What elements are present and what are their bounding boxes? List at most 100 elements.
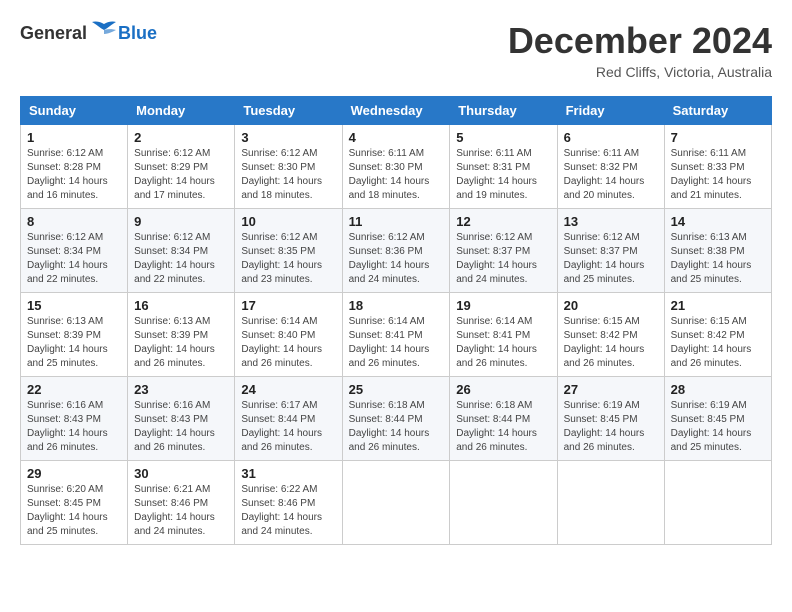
calendar-cell [664, 461, 771, 545]
calendar-cell [557, 461, 664, 545]
day-info: Sunrise: 6:11 AM Sunset: 8:33 PM Dayligh… [671, 147, 765, 203]
calendar-cell: 2 Sunrise: 6:12 AM Sunset: 8:29 PM Dayli… [128, 125, 235, 209]
logo-text-general: General [20, 23, 87, 44]
day-info: Sunrise: 6:12 AM Sunset: 8:36 PM Dayligh… [349, 231, 444, 287]
calendar-cell: 13 Sunrise: 6:12 AM Sunset: 8:37 PM Dayl… [557, 209, 664, 293]
calendar-cell: 23 Sunrise: 6:16 AM Sunset: 8:43 PM Dayl… [128, 377, 235, 461]
day-number: 19 [456, 298, 550, 313]
day-number: 27 [564, 382, 658, 397]
day-number: 16 [134, 298, 228, 313]
day-info: Sunrise: 6:12 AM Sunset: 8:37 PM Dayligh… [564, 231, 658, 287]
day-info: Sunrise: 6:12 AM Sunset: 8:35 PM Dayligh… [241, 231, 335, 287]
day-info: Sunrise: 6:14 AM Sunset: 8:40 PM Dayligh… [241, 315, 335, 371]
day-number: 12 [456, 214, 550, 229]
calendar-cell: 20 Sunrise: 6:15 AM Sunset: 8:42 PM Dayl… [557, 293, 664, 377]
title-section: December 2024 Red Cliffs, Victoria, Aust… [508, 20, 772, 80]
day-number: 25 [349, 382, 444, 397]
calendar-cell: 21 Sunrise: 6:15 AM Sunset: 8:42 PM Dayl… [664, 293, 771, 377]
day-number: 6 [564, 130, 658, 145]
calendar-cell: 15 Sunrise: 6:13 AM Sunset: 8:39 PM Dayl… [21, 293, 128, 377]
day-number: 26 [456, 382, 550, 397]
day-number: 18 [349, 298, 444, 313]
day-info: Sunrise: 6:14 AM Sunset: 8:41 PM Dayligh… [349, 315, 444, 371]
day-info: Sunrise: 6:18 AM Sunset: 8:44 PM Dayligh… [349, 399, 444, 455]
day-info: Sunrise: 6:11 AM Sunset: 8:32 PM Dayligh… [564, 147, 658, 203]
day-number: 15 [27, 298, 121, 313]
day-number: 8 [27, 214, 121, 229]
calendar-cell: 5 Sunrise: 6:11 AM Sunset: 8:31 PM Dayli… [450, 125, 557, 209]
calendar-cell: 4 Sunrise: 6:11 AM Sunset: 8:30 PM Dayli… [342, 125, 450, 209]
calendar-week-row: 15 Sunrise: 6:13 AM Sunset: 8:39 PM Dayl… [21, 293, 772, 377]
day-number: 7 [671, 130, 765, 145]
calendar-cell: 12 Sunrise: 6:12 AM Sunset: 8:37 PM Dayl… [450, 209, 557, 293]
day-number: 21 [671, 298, 765, 313]
calendar-cell [450, 461, 557, 545]
calendar-cell: 7 Sunrise: 6:11 AM Sunset: 8:33 PM Dayli… [664, 125, 771, 209]
calendar-cell: 25 Sunrise: 6:18 AM Sunset: 8:44 PM Dayl… [342, 377, 450, 461]
calendar-cell: 24 Sunrise: 6:17 AM Sunset: 8:44 PM Dayl… [235, 377, 342, 461]
day-info: Sunrise: 6:16 AM Sunset: 8:43 PM Dayligh… [27, 399, 121, 455]
day-number: 3 [241, 130, 335, 145]
page-header: General Blue December 2024 Red Cliffs, V… [20, 20, 772, 80]
day-info: Sunrise: 6:19 AM Sunset: 8:45 PM Dayligh… [564, 399, 658, 455]
calendar-cell: 3 Sunrise: 6:12 AM Sunset: 8:30 PM Dayli… [235, 125, 342, 209]
day-info: Sunrise: 6:15 AM Sunset: 8:42 PM Dayligh… [564, 315, 658, 371]
day-number: 1 [27, 130, 121, 145]
day-number: 4 [349, 130, 444, 145]
day-info: Sunrise: 6:12 AM Sunset: 8:37 PM Dayligh… [456, 231, 550, 287]
day-info: Sunrise: 6:12 AM Sunset: 8:29 PM Dayligh… [134, 147, 228, 203]
day-header-wednesday: Wednesday [342, 97, 450, 125]
calendar-cell: 16 Sunrise: 6:13 AM Sunset: 8:39 PM Dayl… [128, 293, 235, 377]
day-number: 29 [27, 466, 121, 481]
calendar-week-row: 8 Sunrise: 6:12 AM Sunset: 8:34 PM Dayli… [21, 209, 772, 293]
day-info: Sunrise: 6:16 AM Sunset: 8:43 PM Dayligh… [134, 399, 228, 455]
day-number: 30 [134, 466, 228, 481]
calendar-cell: 9 Sunrise: 6:12 AM Sunset: 8:34 PM Dayli… [128, 209, 235, 293]
day-number: 13 [564, 214, 658, 229]
calendar-cell: 27 Sunrise: 6:19 AM Sunset: 8:45 PM Dayl… [557, 377, 664, 461]
day-number: 20 [564, 298, 658, 313]
day-info: Sunrise: 6:15 AM Sunset: 8:42 PM Dayligh… [671, 315, 765, 371]
day-info: Sunrise: 6:12 AM Sunset: 8:34 PM Dayligh… [134, 231, 228, 287]
day-number: 2 [134, 130, 228, 145]
day-info: Sunrise: 6:13 AM Sunset: 8:39 PM Dayligh… [134, 315, 228, 371]
day-info: Sunrise: 6:20 AM Sunset: 8:45 PM Dayligh… [27, 483, 121, 539]
calendar-week-row: 29 Sunrise: 6:20 AM Sunset: 8:45 PM Dayl… [21, 461, 772, 545]
day-number: 31 [241, 466, 335, 481]
day-header-monday: Monday [128, 97, 235, 125]
day-header-thursday: Thursday [450, 97, 557, 125]
day-info: Sunrise: 6:12 AM Sunset: 8:30 PM Dayligh… [241, 147, 335, 203]
calendar-header-row: SundayMondayTuesdayWednesdayThursdayFrid… [21, 97, 772, 125]
logo-bird-icon [90, 20, 118, 42]
logo-text-blue: Blue [118, 23, 157, 44]
day-number: 10 [241, 214, 335, 229]
calendar-cell: 29 Sunrise: 6:20 AM Sunset: 8:45 PM Dayl… [21, 461, 128, 545]
day-info: Sunrise: 6:12 AM Sunset: 8:34 PM Dayligh… [27, 231, 121, 287]
calendar-cell: 18 Sunrise: 6:14 AM Sunset: 8:41 PM Dayl… [342, 293, 450, 377]
day-number: 24 [241, 382, 335, 397]
day-number: 22 [27, 382, 121, 397]
calendar-cell: 10 Sunrise: 6:12 AM Sunset: 8:35 PM Dayl… [235, 209, 342, 293]
day-number: 11 [349, 214, 444, 229]
day-info: Sunrise: 6:14 AM Sunset: 8:41 PM Dayligh… [456, 315, 550, 371]
day-number: 9 [134, 214, 228, 229]
calendar-cell: 11 Sunrise: 6:12 AM Sunset: 8:36 PM Dayl… [342, 209, 450, 293]
calendar-cell: 17 Sunrise: 6:14 AM Sunset: 8:40 PM Dayl… [235, 293, 342, 377]
calendar-cell [342, 461, 450, 545]
calendar-week-row: 1 Sunrise: 6:12 AM Sunset: 8:28 PM Dayli… [21, 125, 772, 209]
day-number: 14 [671, 214, 765, 229]
day-info: Sunrise: 6:18 AM Sunset: 8:44 PM Dayligh… [456, 399, 550, 455]
calendar-cell: 31 Sunrise: 6:22 AM Sunset: 8:46 PM Dayl… [235, 461, 342, 545]
day-number: 23 [134, 382, 228, 397]
day-info: Sunrise: 6:11 AM Sunset: 8:30 PM Dayligh… [349, 147, 444, 203]
day-header-tuesday: Tuesday [235, 97, 342, 125]
day-header-saturday: Saturday [664, 97, 771, 125]
month-title: December 2024 [508, 20, 772, 62]
day-header-sunday: Sunday [21, 97, 128, 125]
day-number: 5 [456, 130, 550, 145]
location: Red Cliffs, Victoria, Australia [508, 64, 772, 80]
calendar-cell: 6 Sunrise: 6:11 AM Sunset: 8:32 PM Dayli… [557, 125, 664, 209]
calendar-cell: 30 Sunrise: 6:21 AM Sunset: 8:46 PM Dayl… [128, 461, 235, 545]
calendar-cell: 14 Sunrise: 6:13 AM Sunset: 8:38 PM Dayl… [664, 209, 771, 293]
day-info: Sunrise: 6:22 AM Sunset: 8:46 PM Dayligh… [241, 483, 335, 539]
